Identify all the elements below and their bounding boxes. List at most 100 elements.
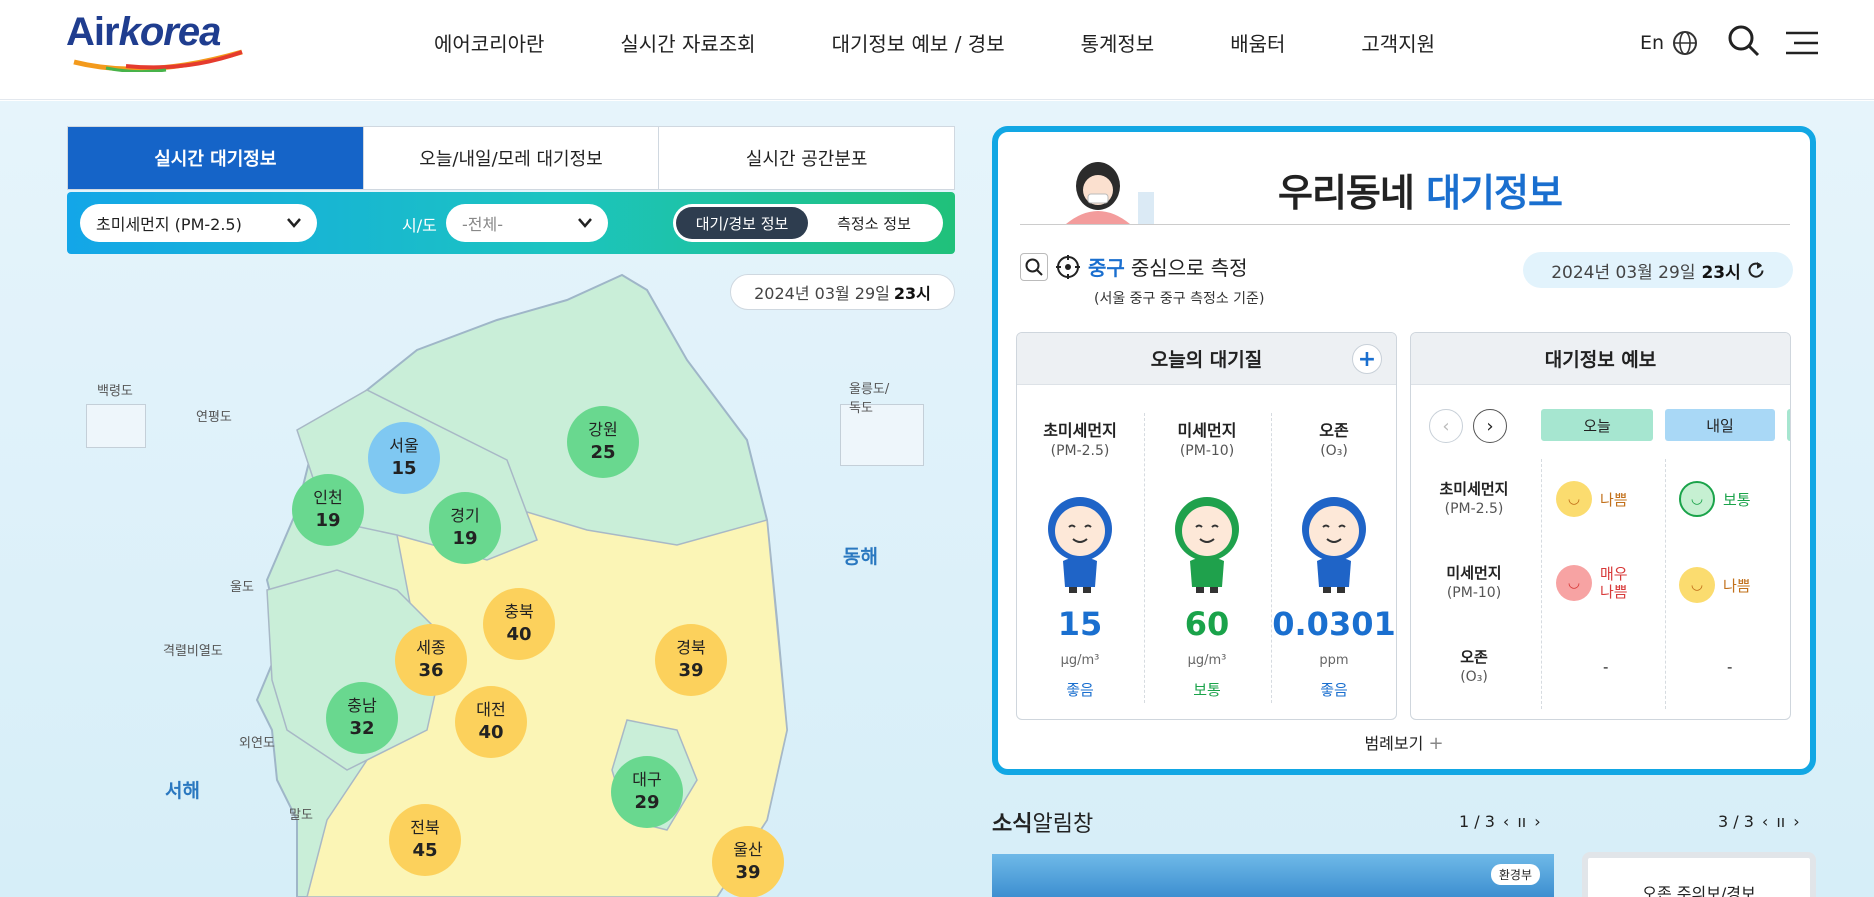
normal-mascot-icon	[1175, 497, 1239, 593]
city-marker-gyeonggi[interactable]: 경기 19	[429, 492, 501, 564]
ministry-badge: 환경부	[1490, 864, 1540, 885]
chevron-down-icon	[287, 218, 301, 228]
language-switch[interactable]: En	[1640, 30, 1698, 56]
toggle-station-info[interactable]: 측정소 정보	[808, 207, 940, 239]
city-marker-gyeongbuk[interactable]: 경북 39	[655, 624, 727, 696]
neighborhood-date: 2024년 03월 29일	[1551, 262, 1696, 283]
forecast-grade: -	[1603, 658, 1609, 676]
tab-forecast-days[interactable]: 오늘/내일/모레 대기정보	[364, 127, 660, 189]
location-caption: 중심으로 측정	[1130, 256, 1248, 280]
forecast-grade: ◡ 보통	[1679, 481, 1751, 517]
title-divider	[1020, 224, 1790, 225]
language-label: En	[1640, 32, 1665, 54]
site-header: Airkorea 에어코리아란 실시간 자료조회 대기정보 예보 / 경보 통계…	[0, 0, 1874, 100]
forecast-card: 대기정보 예보 ‹ › 오늘 내일 초미세먼지 (PM-2.5) ◡ 나쁨 ◡ 보통 …	[1410, 332, 1791, 720]
toggle-alert-info[interactable]: 대기/경보 정보	[676, 207, 808, 239]
island-label: 울도	[230, 580, 254, 595]
sea-label-east: 동해	[843, 546, 878, 568]
measure-ozone: 오존 (O₃) 0.0301 ppm 좋음	[1272, 421, 1396, 699]
ozone-alert-box[interactable]: 오존 주의보/경보	[1582, 852, 1816, 897]
tab-realtime[interactable]: 실시간 대기정보	[68, 127, 364, 189]
city-marker-seoul[interactable]: 서울 15	[368, 422, 440, 494]
today-air-title: 오늘의 대기질	[1150, 349, 1263, 371]
news-banner[interactable]: 환경부	[992, 854, 1554, 897]
logo-air-text: Air	[66, 10, 120, 54]
measure-pm25: 초미세먼지 (PM-2.5) 15 μg/m³ 좋음	[1043, 421, 1117, 699]
forecast-title: 대기정보 예보	[1544, 349, 1657, 371]
map-date-badge: 2024년 03월 29일 23시	[730, 274, 955, 310]
pause-icon[interactable]: ıı	[1776, 812, 1785, 831]
nav-learning[interactable]: 배움터	[1230, 28, 1285, 57]
good-mascot-icon	[1048, 497, 1112, 593]
news-section-title: 소식알림창	[992, 812, 1094, 837]
nav-statistics[interactable]: 통계정보	[1081, 28, 1155, 57]
pause-icon[interactable]: ıı	[1517, 812, 1526, 831]
menu-icon[interactable]	[1786, 30, 1818, 56]
pollutant-select[interactable]: 초미세먼지 (PM-2.5)	[80, 204, 317, 242]
next-icon[interactable]: ›	[1793, 812, 1799, 831]
prev-icon[interactable]: ‹	[1503, 812, 1509, 831]
forecast-day-next[interactable]	[1787, 409, 1790, 441]
forecast-day-tomorrow[interactable]: 내일	[1665, 409, 1775, 441]
city-marker-daegu[interactable]: 대구 29	[611, 756, 683, 828]
bad-face-icon: ◡	[1679, 567, 1715, 603]
search-icon[interactable]	[1020, 252, 1048, 281]
nav-forecast-alert[interactable]: 대기정보 예보 / 경보	[832, 28, 1005, 57]
city-marker-jeonbuk[interactable]: 전북 45	[389, 804, 461, 876]
main-nav: 에어코리아란 실시간 자료조회 대기정보 예보 / 경보 통계정보 배움터 고객…	[434, 28, 1511, 57]
sea-label-west: 서해	[165, 780, 200, 802]
island-label: 연평도	[196, 410, 232, 425]
island-label: 백령도	[97, 384, 133, 399]
forecast-row-pm10: 미세먼지 (PM-10)	[1446, 564, 1502, 601]
city-marker-incheon[interactable]: 인천 19	[292, 474, 364, 546]
alert-pager: 3 / 3 ‹ ıı ›	[1718, 812, 1800, 831]
forecast-row-ozone: 오존 (O₃)	[1460, 648, 1488, 685]
nav-about[interactable]: 에어코리아란	[434, 28, 544, 57]
forecast-grade: ◡ 나쁨	[1556, 481, 1628, 517]
chevron-down-icon	[578, 218, 592, 228]
forecast-day-today[interactable]: 오늘	[1541, 409, 1653, 441]
info-toggle: 대기/경보 정보 측정소 정보	[673, 204, 943, 242]
island-label: 울릉도/독도	[849, 382, 890, 416]
neighborhood-panel: 우리동네 대기정보 중구 중심으로 측정 (서울 중구 중구 측정소 기준) 2…	[992, 126, 1816, 775]
neighborhood-title: 우리동네 대기정보	[1278, 171, 1563, 215]
map-date: 2024년 03월 29일	[754, 284, 890, 303]
search-icon[interactable]	[1727, 24, 1761, 58]
next-arrow-icon[interactable]: ›	[1473, 409, 1507, 443]
very-bad-face-icon: ◡	[1556, 565, 1592, 601]
pollutant-select-value: 초미세먼지 (PM-2.5)	[96, 215, 242, 234]
location-sub: (서울 중구 중구 측정소 기준)	[1094, 291, 1265, 307]
next-icon[interactable]: ›	[1534, 812, 1540, 831]
legend-toggle[interactable]: 범례보기 +	[998, 730, 1810, 754]
location-name[interactable]: 중구	[1088, 252, 1125, 281]
tab-spatial[interactable]: 실시간 공간분포	[659, 127, 954, 189]
sido-select-value: -전체-	[462, 215, 503, 234]
good-mascot-icon	[1302, 497, 1366, 593]
column-divider	[1541, 459, 1542, 709]
expand-plus-icon[interactable]: +	[1352, 344, 1382, 374]
prev-arrow-icon[interactable]: ‹	[1429, 409, 1463, 443]
map-filter-bar: 초미세먼지 (PM-2.5) 시/도 -전체- 대기/경보 정보 측정소 정보	[67, 192, 955, 254]
sido-label: 시/도	[402, 216, 437, 235]
city-marker-chungbuk[interactable]: 충북 40	[483, 588, 555, 660]
prev-icon[interactable]: ‹	[1762, 812, 1768, 831]
bad-face-icon: ◡	[1556, 481, 1592, 517]
map-hour: 23시	[893, 284, 931, 303]
korea-map: 백령도 연평도 울릉도/독도 울도 격렬비열도 외연도 말도 동해 서해 서울 1…	[67, 260, 924, 897]
city-marker-daejeon[interactable]: 대전 40	[455, 686, 527, 758]
nav-support[interactable]: 고객지원	[1361, 28, 1435, 57]
island-label: 말도	[289, 808, 313, 823]
refresh-icon[interactable]	[1747, 261, 1765, 279]
nav-realtime-data[interactable]: 실시간 자료조회	[620, 28, 755, 57]
airkorea-logo[interactable]: Airkorea	[66, 10, 246, 74]
city-marker-gangwon[interactable]: 강원 25	[567, 406, 639, 478]
sido-select[interactable]: -전체-	[446, 204, 608, 242]
plus-icon: +	[1428, 733, 1444, 754]
island-label: 격렬비열도	[163, 644, 223, 659]
city-marker-sejong[interactable]: 세종 36	[395, 624, 467, 696]
news-pager: 1 / 3 ‹ ıı ›	[1459, 812, 1541, 831]
today-air-card: 오늘의 대기질 + 초미세먼지 (PM-2.5) 15 μg/m³ 좋음 미세먼…	[1016, 332, 1397, 720]
city-marker-ulsan[interactable]: 울산 39	[712, 826, 784, 897]
locate-icon[interactable]	[1054, 253, 1082, 281]
city-marker-chungnam[interactable]: 충남 32	[326, 682, 398, 754]
